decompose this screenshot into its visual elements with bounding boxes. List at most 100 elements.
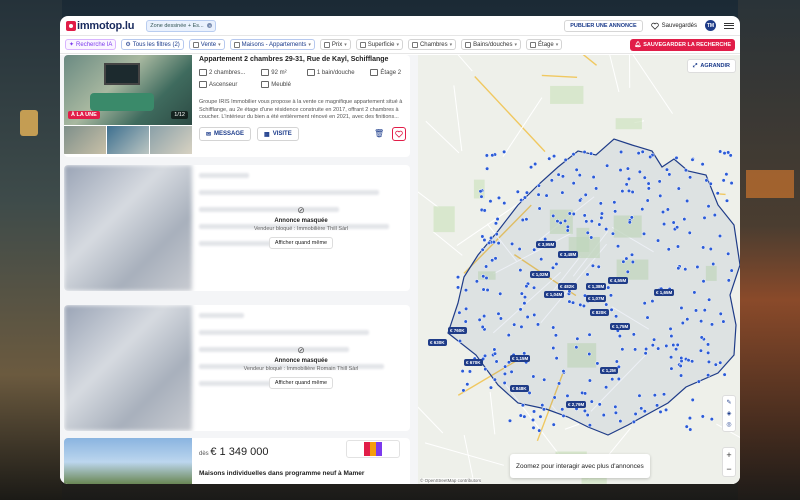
map-pin — [540, 403, 545, 408]
agency-logo-image — [364, 442, 382, 456]
map-pin — [495, 216, 500, 222]
locate-icon[interactable]: ◎ — [726, 421, 731, 428]
main-content: À LA UNE 1/12 Appartement 2 chambres 29-… — [60, 55, 740, 484]
map-pin — [547, 156, 552, 161]
price-label-marker[interactable]: € 3,48M — [558, 251, 579, 258]
agency-logo[interactable] — [346, 440, 400, 458]
listing-column[interactable]: À LA UNE 1/12 Appartement 2 chambres 29-… — [60, 55, 418, 484]
map-pin — [485, 166, 490, 171]
map-pin — [520, 217, 525, 223]
map-attribution: © OpenStreetMap contributors — [420, 478, 482, 483]
surface-dropdown[interactable]: Superficie ▾ — [355, 39, 403, 50]
map-pin — [537, 206, 542, 211]
price-label-marker[interactable]: € 482K — [558, 283, 577, 290]
masked-notice: ⊘ Annonce masquée Vendeur bloqué : Immob… — [192, 345, 410, 389]
tag-icon — [192, 41, 199, 48]
baths-dropdown[interactable]: Bains/douches ▾ — [461, 39, 522, 50]
map-pin — [463, 319, 468, 324]
map-panel[interactable]: € 3,95M € 3,48M € 1,02M € 482K € 1,04M € 1,38… — [418, 55, 740, 484]
map-pin — [502, 371, 507, 376]
map-pin — [496, 241, 501, 246]
map-pin — [455, 285, 461, 290]
map-pin — [565, 224, 570, 229]
listing-photo[interactable] — [64, 438, 192, 484]
map-pin — [551, 422, 556, 427]
map-pin — [676, 186, 681, 191]
price-label-marker[interactable]: € 820K — [590, 309, 609, 316]
publish-button[interactable]: PUBLIER UNE ANNONCE — [564, 19, 643, 32]
price-label-marker[interactable]: € 848K — [510, 385, 529, 392]
map-pin — [709, 417, 714, 422]
menu-icon[interactable] — [724, 21, 734, 31]
map-pin — [530, 417, 536, 423]
listing-title[interactable]: Appartement 2 chambres 29-31, Rue de Kay… — [199, 56, 388, 63]
price-label-marker[interactable]: € 1,75M — [610, 323, 631, 330]
masked-listing-card[interactable]: ⊘ Annonce masquée Vendeur bloqué : Immob… — [64, 305, 410, 431]
price-label-marker[interactable]: € 4,55M — [608, 277, 629, 284]
price-label-marker[interactable]: € 1,15M — [510, 355, 531, 362]
price-label-marker[interactable]: € 1,38M — [586, 283, 607, 290]
map-pin — [671, 343, 676, 348]
thumbnail[interactable] — [107, 126, 149, 154]
price-label-marker[interactable]: € 760K — [448, 327, 467, 334]
draw-icon[interactable]: ✎ — [726, 399, 731, 406]
map-pin — [683, 267, 688, 272]
map-pin — [484, 153, 489, 158]
price-label-marker[interactable]: € 3,95M — [536, 241, 557, 248]
listing-card[interactable]: dès € 1 349 000 Maisons individuelles da… — [64, 438, 410, 484]
price-label-marker[interactable]: € 1,2M — [600, 367, 618, 374]
map-pin — [496, 311, 501, 316]
save-search-button[interactable]: 🔔︎ SAUVEGARDER LA RECHERCHE — [630, 38, 735, 51]
price-label-marker[interactable]: € 1,02M — [530, 271, 551, 278]
avatar[interactable]: TM — [705, 20, 716, 31]
expand-map-button[interactable]: ⤢ AGRANDIR — [686, 59, 736, 73]
map-pin — [481, 287, 486, 292]
map-pin — [674, 155, 679, 160]
type-dropdown[interactable]: Maisons - Appartements ▾ — [229, 39, 315, 50]
rooms-dropdown[interactable]: Chambres ▾ — [407, 39, 457, 50]
price-label-marker[interactable]: € 1,07M — [586, 295, 607, 302]
floor-dropdown[interactable]: Étage ▾ — [526, 39, 563, 50]
map-pin — [531, 425, 536, 430]
ai-search-button[interactable]: ✦ Recherche IA — [65, 39, 117, 50]
trash-icon[interactable]: 🗑︎ — [374, 129, 384, 139]
close-icon[interactable]: × — [207, 23, 213, 28]
logo[interactable]: immotop.lu — [66, 20, 134, 32]
zoom-in-button[interactable]: + — [726, 448, 731, 462]
favorite-button[interactable] — [392, 127, 406, 141]
thumbnail[interactable] — [150, 126, 192, 154]
price-label-marker[interactable]: € 2,79M — [566, 401, 587, 408]
map-canvas[interactable] — [418, 55, 740, 484]
show-anyway-button[interactable]: Afficher quand même — [268, 377, 334, 389]
all-filters-button[interactable]: ⚙ Tous les filtres (2) — [121, 39, 184, 50]
visit-button[interactable]: ▦ VISITE — [257, 127, 299, 141]
map-pin — [599, 215, 604, 220]
show-anyway-button[interactable]: Afficher quand même — [268, 237, 334, 249]
price-label-marker[interactable]: € 1,65M — [654, 289, 675, 296]
layers-icon[interactable]: ◈ — [727, 410, 732, 417]
map-pin — [679, 355, 684, 361]
zone-chip[interactable]: Zone dessinée + Es... × — [146, 19, 217, 32]
listing-photo[interactable]: À LA UNE 1/12 — [64, 55, 192, 125]
zoom-out-button[interactable]: − — [726, 462, 731, 476]
map-pin — [616, 376, 621, 381]
message-button[interactable]: ✉ MESSAGE — [199, 127, 252, 141]
map-pin — [678, 363, 683, 368]
price-dropdown[interactable]: Prix ▾ — [319, 39, 351, 50]
price-label-marker[interactable]: € 630K — [428, 339, 447, 346]
listing-title[interactable]: Maisons individuelles dans programme neu… — [199, 470, 364, 477]
masked-listing-card[interactable]: ⊘ Annonce masquée Vendeur bloqué : Immob… — [64, 165, 410, 291]
map-pin — [633, 411, 638, 417]
app-window: immotop.lu Zone dessinée + Es... × PUBLIE… — [60, 16, 740, 484]
all-filters-label: Tous les filtres (2) — [132, 41, 180, 48]
map-pin — [571, 211, 576, 217]
thumbnail[interactable] — [64, 126, 106, 154]
listing-card[interactable]: À LA UNE 1/12 Appartement 2 chambres 29-… — [64, 55, 410, 157]
price-label-marker[interactable]: € 1,04M — [544, 291, 565, 298]
map-pin — [706, 204, 711, 209]
saved-link[interactable]: Sauvegardés — [650, 22, 697, 30]
map-pin — [724, 198, 730, 203]
price-label-marker[interactable]: € 670K — [464, 359, 483, 366]
sale-dropdown[interactable]: Vente ▾ — [188, 39, 225, 50]
eye-off-icon: ⊘ — [297, 205, 305, 215]
